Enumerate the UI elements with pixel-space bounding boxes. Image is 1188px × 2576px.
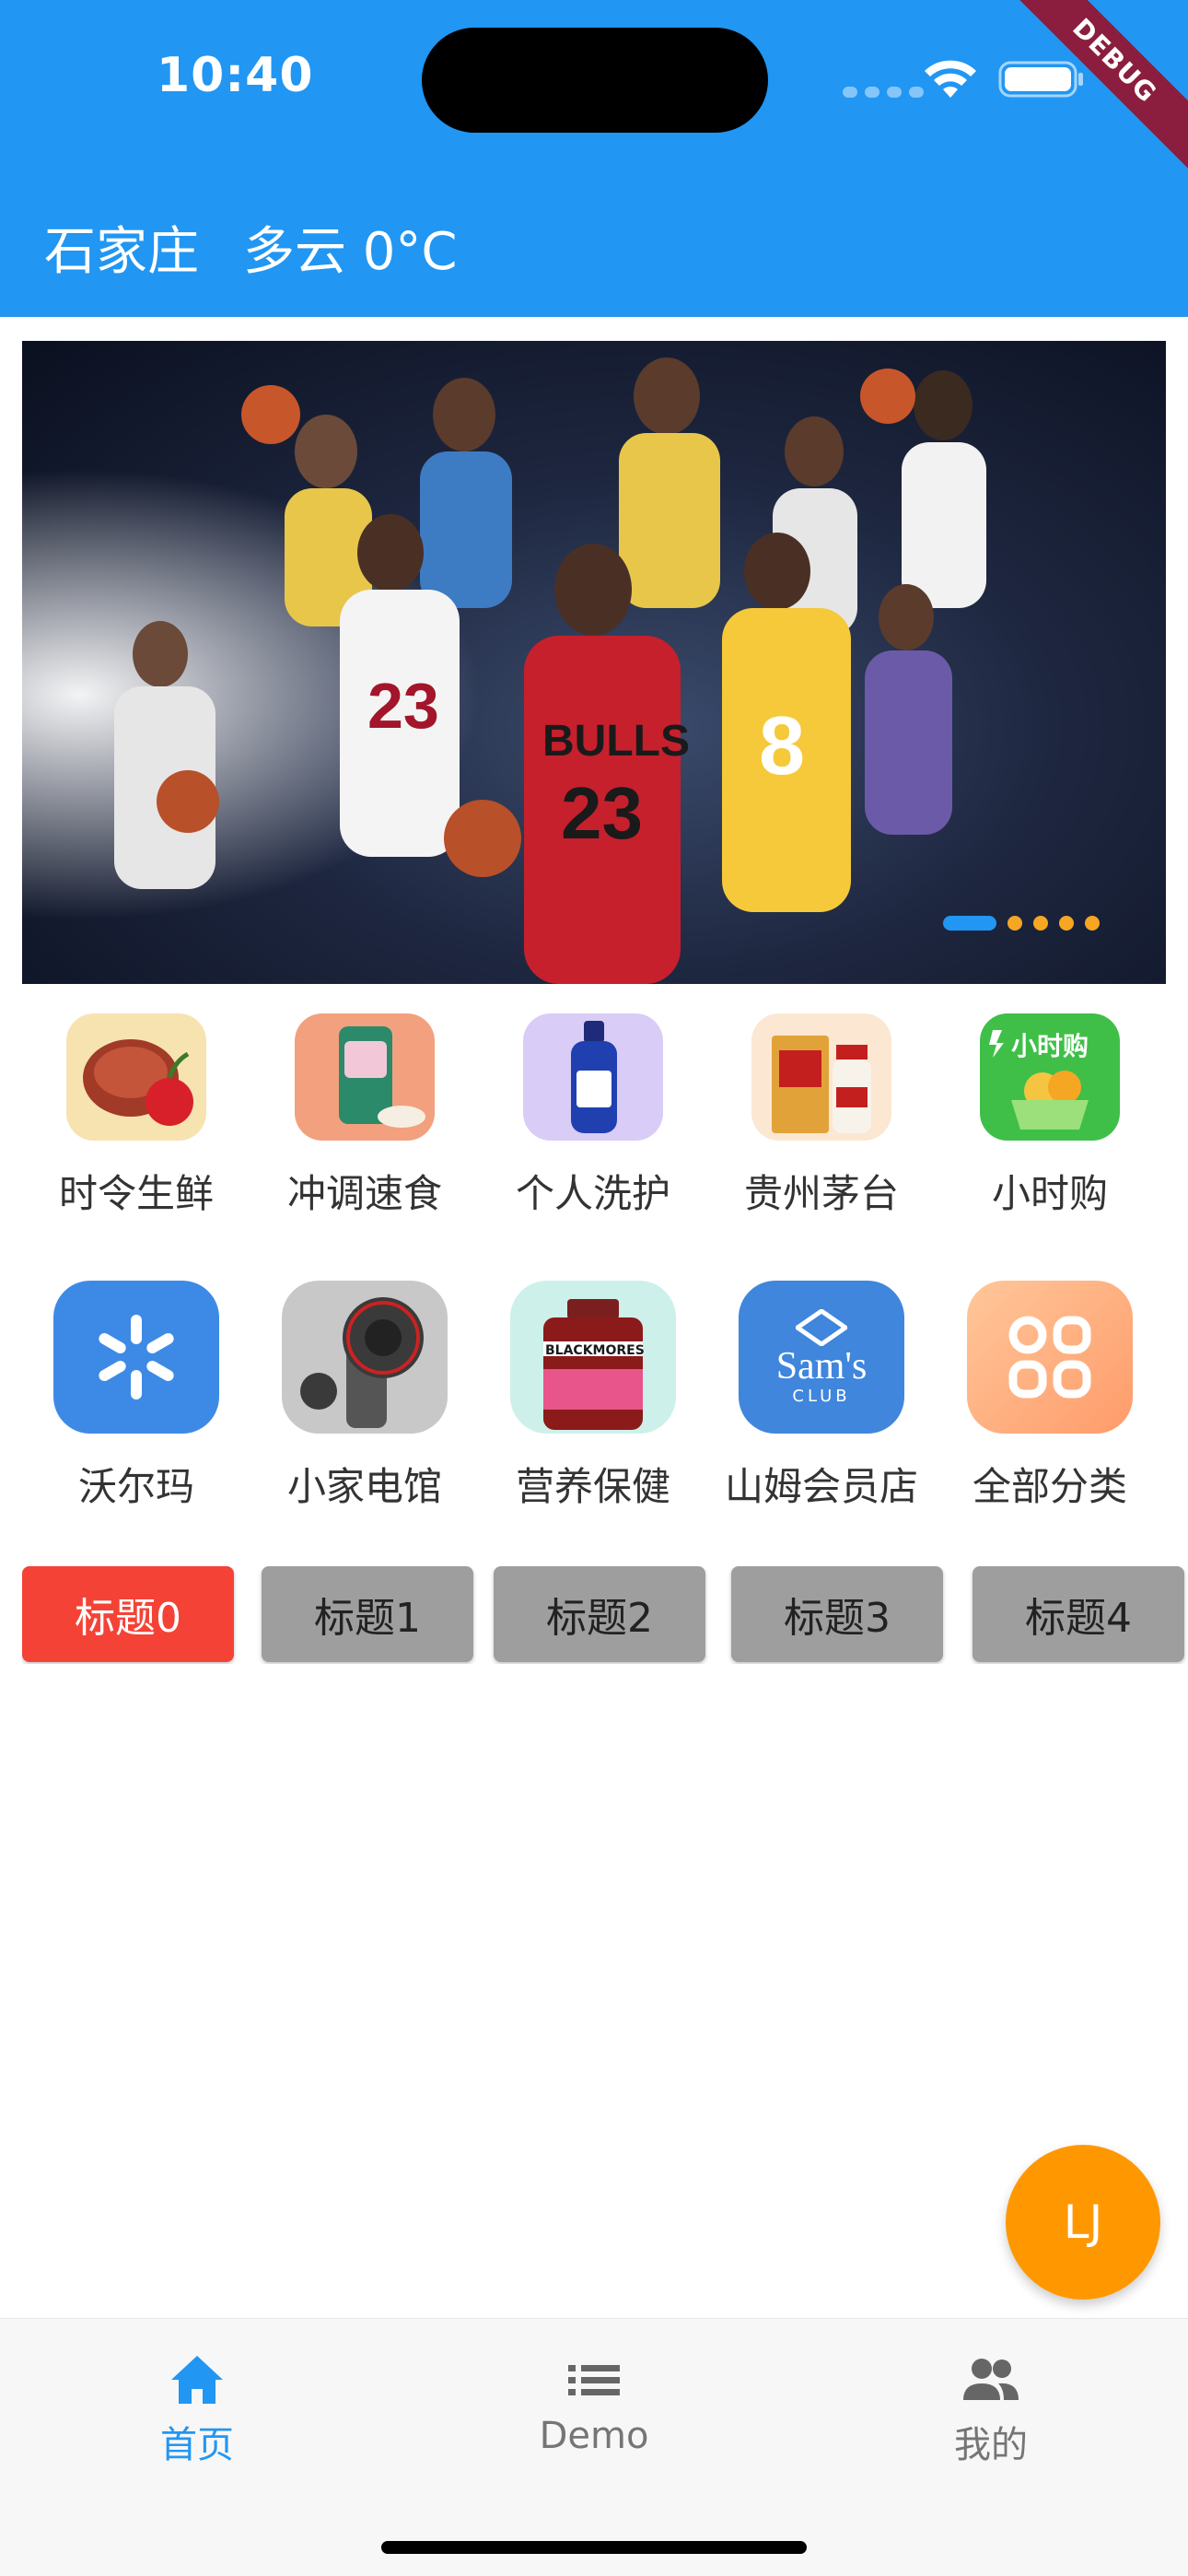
hour-shopping-basket-icon: 小时购 [980, 1013, 1120, 1141]
app-bar: 10:40 DEBUG 石家庄 多云 0°C [0, 0, 1188, 317]
weather-label: 多云 0°C [243, 222, 458, 282]
dynamic-island [422, 28, 768, 133]
people-icon [963, 2359, 1019, 2400]
category-label: 山姆会员店 [724, 1464, 918, 1509]
banner-dot-active[interactable] [943, 916, 996, 931]
category-item[interactable]: 个人洗护 [479, 1013, 707, 1219]
nav-label-home: 首页 [160, 2424, 234, 2466]
category-label: 冲调速食 [286, 1171, 442, 1216]
category-item[interactable]: 小家电馆 [250, 1281, 479, 1512]
title-tabs: 标题0 标题1 标题2 标题3 标题4 [22, 1566, 1188, 1664]
tab-0[interactable]: 标题0 [22, 1566, 234, 1662]
wifi-icon [925, 60, 976, 98]
all-categories-icon [967, 1281, 1133, 1434]
category-item[interactable]: 时令生鲜 [22, 1013, 250, 1219]
drink-can-icon [295, 1013, 435, 1141]
tab-2[interactable]: 标题2 [494, 1566, 705, 1662]
location-weather: 石家庄 多云 0°C [44, 210, 458, 285]
cellular-signal-icon [843, 87, 924, 98]
nav-label-demo: Demo [539, 2415, 649, 2457]
sams-club-icon: Sam's CLUB [739, 1281, 904, 1434]
floating-action-button[interactable]: LJ [1006, 2145, 1160, 2300]
category-label: 小时购 [991, 1171, 1108, 1216]
svg-text:BULLS: BULLS [542, 717, 690, 766]
category-item[interactable]: Sam's CLUB 山姆会员店 [707, 1281, 936, 1512]
banner-dot[interactable] [1033, 916, 1048, 931]
list-icon [568, 2365, 620, 2395]
category-label: 全部分类 [972, 1464, 1127, 1509]
tab-4[interactable]: 标题4 [973, 1566, 1184, 1662]
basketball-players-image: 23 8 BULLS 23 [22, 341, 1166, 984]
banner-dot[interactable] [1007, 916, 1022, 931]
bottom-navigation: 首页 Demo 我的 [0, 2318, 1188, 2576]
category-item[interactable]: 小时购 小时购 [936, 1013, 1164, 1219]
svg-text:23: 23 [367, 670, 439, 742]
nav-item-mine[interactable]: 我的 [853, 2352, 1129, 2468]
home-icon [171, 2356, 223, 2404]
category-label: 沃尔玛 [77, 1464, 194, 1509]
sams-brand-bottom: CLUB [792, 1386, 851, 1406]
banner-dot[interactable] [1059, 916, 1074, 931]
tab-1[interactable]: 标题1 [262, 1566, 473, 1662]
sams-brand-top: Sam's [775, 1344, 868, 1388]
svg-text:23: 23 [561, 772, 643, 854]
category-label: 小家电馆 [286, 1464, 442, 1509]
nav-item-demo[interactable]: Demo [456, 2352, 732, 2457]
category-item[interactable]: 贵州茅台 [707, 1013, 936, 1219]
hour-shopping-badge: 小时购 [1011, 1031, 1089, 1061]
steak-cherry-icon [66, 1013, 206, 1141]
walmart-spark-icon [53, 1281, 219, 1434]
home-indicator [381, 2541, 807, 2554]
nav-label-mine: 我的 [954, 2424, 1028, 2466]
status-time: 10:40 [157, 48, 314, 103]
svg-text:8: 8 [759, 700, 805, 792]
tab-3[interactable]: 标题3 [731, 1566, 943, 1662]
category-label: 贵州茅台 [743, 1171, 899, 1216]
category-item[interactable]: 全部分类 [936, 1281, 1164, 1512]
banner-carousel[interactable]: 23 8 BULLS 23 [22, 341, 1166, 984]
category-item[interactable]: 冲调速食 [250, 1013, 479, 1219]
hair-dryer-icon [282, 1281, 448, 1434]
category-label: 营养保健 [515, 1464, 670, 1509]
supplement-brand: BLACKMORES [545, 1343, 645, 1358]
banner-dot[interactable] [1085, 916, 1100, 931]
category-label: 时令生鲜 [58, 1171, 214, 1216]
shampoo-bottle-icon [523, 1013, 663, 1141]
nav-item-home[interactable]: 首页 [59, 2352, 335, 2468]
supplement-bottle-icon: BLACKMORES [510, 1281, 676, 1434]
banner-page-indicator [943, 916, 1100, 931]
city-label: 石家庄 [44, 222, 199, 282]
moutai-liquor-icon [751, 1013, 891, 1141]
category-item[interactable]: 沃尔玛 [22, 1281, 250, 1512]
category-item[interactable]: BLACKMORES 营养保健 [479, 1281, 707, 1512]
category-label: 个人洗护 [515, 1171, 670, 1216]
battery-icon [998, 61, 1083, 98]
